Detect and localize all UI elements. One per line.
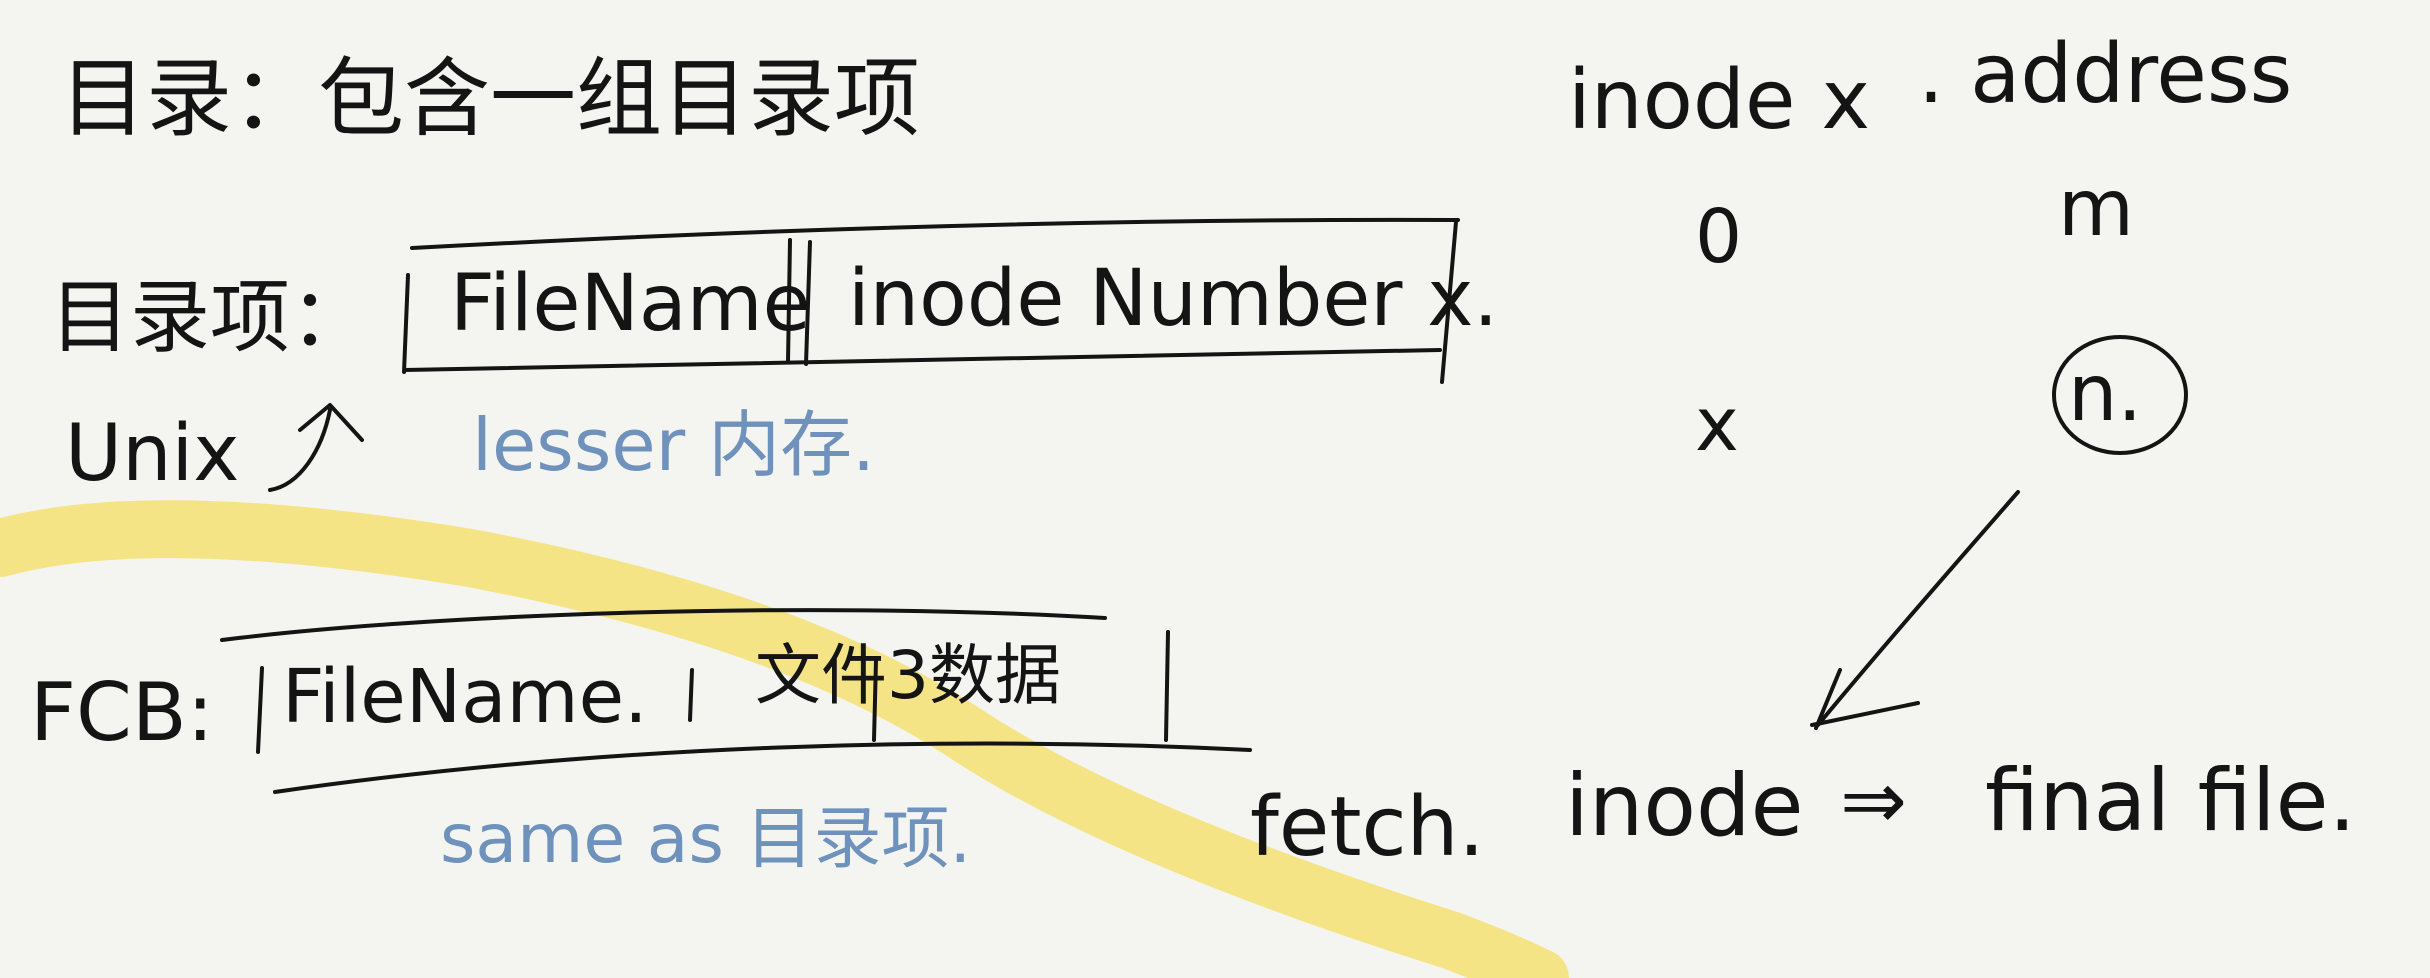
flow-target: final file. (1985, 751, 2356, 851)
pointer-arrow-icon (1810, 490, 2020, 730)
fcb-note: same as 目录项. (440, 800, 971, 879)
entry-label: 目录项： (50, 271, 370, 364)
inode-row-1-address: n. (2068, 349, 2142, 439)
inode-row-0-address: m (2058, 164, 2134, 254)
flow-source: inode (1565, 756, 1804, 856)
inode-row-0-inode: 0 (1695, 194, 1742, 280)
fetch-label: fetch. (1250, 780, 1485, 875)
whiteboard-canvas: 目录：包含一组目录项 目录项： FileName inode Number x.… (0, 27, 2356, 978)
flow-arrow-icon: ⇒ (1840, 754, 1907, 847)
fcb-field-filename: FileName. (282, 654, 648, 740)
entry-field-inode-number: inode Number x. (848, 254, 1498, 344)
entry-field-filename: FileName (450, 259, 811, 349)
fcb-label: FCB: (30, 666, 214, 759)
inode-table-header-address: . address (1918, 27, 2292, 122)
highlighter-stroke (0, 500, 1569, 978)
inode-table-header-inode: inode x (1568, 53, 1870, 148)
fcb-field-file-data: 文件3数据 (755, 637, 1061, 714)
unix-benefit-note: lesser 内存. (472, 403, 875, 487)
up-arrow-icon (268, 403, 364, 492)
inode-row-1-inode: x (1695, 382, 1739, 468)
unix-label: Unix (65, 409, 239, 499)
directory-definition: 目录：包含一组目录项 (60, 49, 920, 149)
